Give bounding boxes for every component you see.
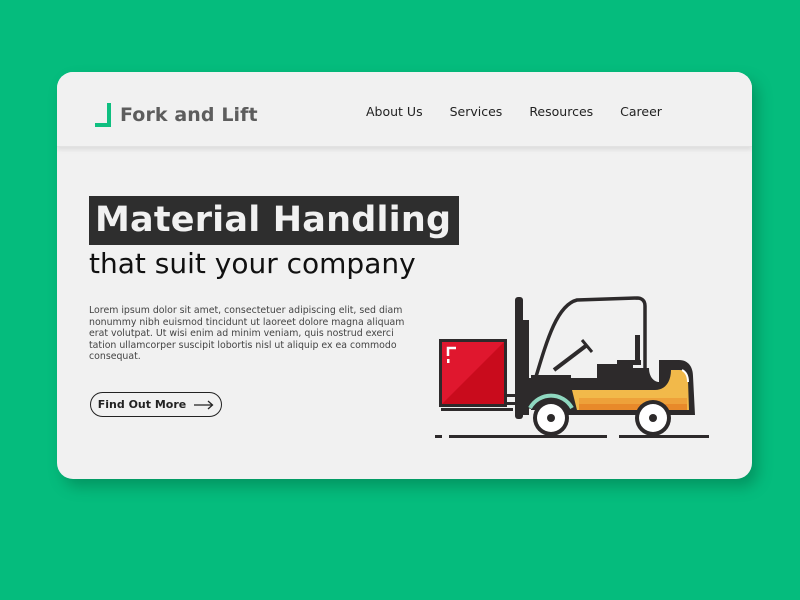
logo[interactable]: Fork and Lift	[95, 103, 258, 127]
brand-name: Fork and Lift	[120, 104, 258, 126]
fork-blade	[441, 408, 513, 411]
ground-lines	[435, 435, 709, 438]
find-out-more-button[interactable]: Find Out More	[90, 392, 222, 417]
crate-icon	[439, 339, 507, 407]
logo-mark-icon	[95, 103, 111, 127]
rear-wheel-icon	[635, 400, 671, 436]
site-header: Fork and Lift About Us Services Resource…	[57, 72, 752, 147]
landing-card: Fork and Lift About Us Services Resource…	[57, 72, 752, 479]
nav-about-us[interactable]: About Us	[366, 104, 423, 119]
mast	[515, 297, 523, 419]
hero-subtitle: that suit your company	[89, 247, 416, 280]
hero-title: Material Handling	[89, 196, 460, 245]
front-wheel-icon	[528, 393, 574, 436]
main-nav: About Us Services Resources Career	[366, 104, 689, 119]
hero-description: Lorem ipsum dolor sit amet, consectetuer…	[89, 305, 405, 363]
cta-label: Find Out More	[97, 398, 187, 411]
nav-services[interactable]: Services	[450, 104, 503, 119]
nav-career[interactable]: Career	[620, 104, 662, 119]
nav-resources[interactable]: Resources	[529, 104, 593, 119]
arrow-right-icon	[194, 400, 214, 409]
forklift-illustration	[435, 296, 709, 438]
